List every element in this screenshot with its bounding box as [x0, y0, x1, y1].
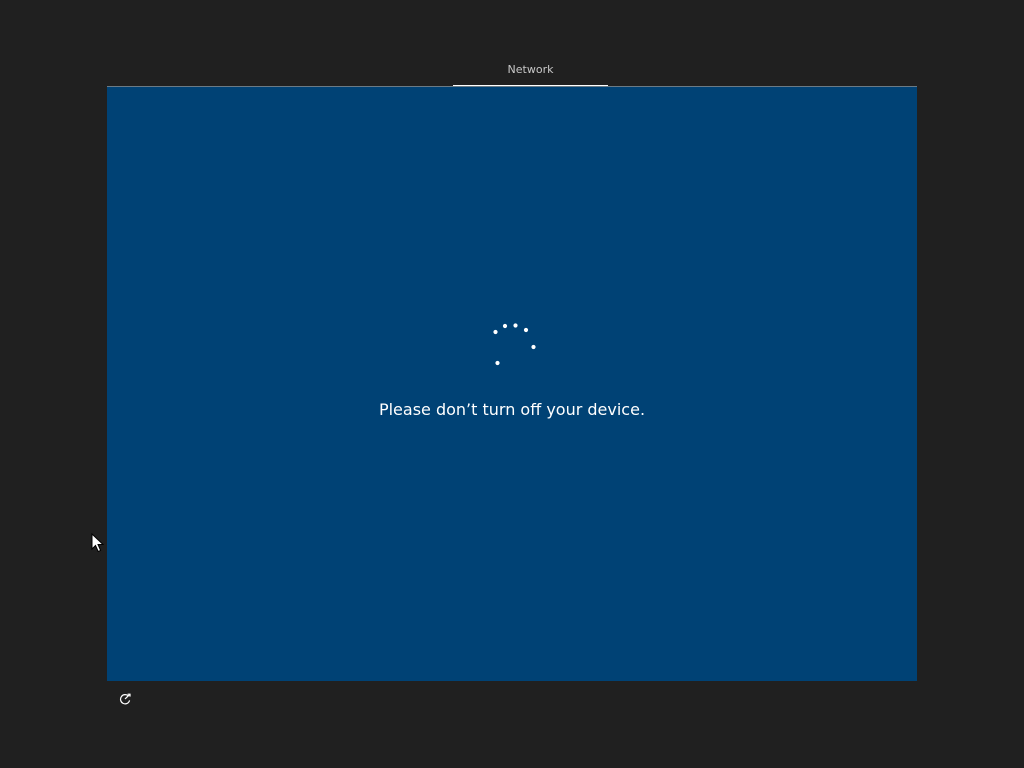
- step-tab-network: Network: [453, 58, 608, 87]
- ease-of-access-button[interactable]: [115, 689, 135, 709]
- mouse-pointer-icon: [91, 533, 105, 553]
- loading-spinner-icon: [493, 323, 536, 366]
- status-message: Please don’t turn off your device.: [378, 400, 646, 419]
- ease-of-access-icon: [119, 693, 131, 705]
- setup-panel: [107, 86, 917, 681]
- oobe-screen: Network Please don’t turn off your devic…: [0, 0, 1024, 768]
